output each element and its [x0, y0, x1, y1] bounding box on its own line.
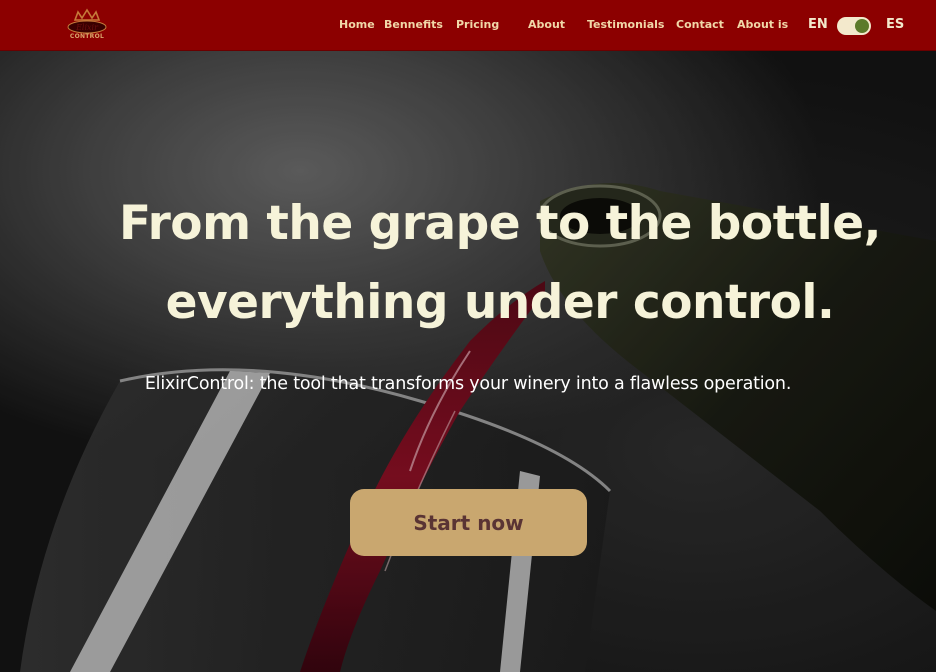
navbar: Elixir CONTROL Home Bennefits Pricing Ab… — [0, 0, 936, 51]
hero-title-line-1: From the grape to the bottle, — [119, 196, 882, 251]
nav-about-is[interactable]: About is — [737, 18, 788, 31]
nav-about[interactable]: About — [528, 18, 565, 31]
hero-section: From the grape to the bottle, everything… — [0, 51, 936, 672]
nav-contact[interactable]: Contact — [676, 18, 724, 31]
nav-benefits[interactable]: Bennefits — [384, 18, 443, 31]
language-toggle[interactable] — [837, 17, 871, 35]
start-now-button[interactable]: Start now — [350, 489, 587, 556]
nav-pricing[interactable]: Pricing — [456, 18, 499, 31]
hero-subtitle: ElixirControl: the tool that transforms … — [144, 374, 792, 394]
nav-home[interactable]: Home — [339, 18, 375, 31]
toggle-knob — [855, 19, 869, 33]
logo[interactable]: Elixir CONTROL — [63, 7, 111, 45]
crown-logo-icon: Elixir — [67, 8, 107, 34]
hero-title: From the grape to the bottle, everything… — [60, 184, 936, 342]
wine-pour-background-image — [0, 51, 936, 672]
logo-text: CONTROL — [69, 33, 105, 40]
hero-title-line-2: everything under control. — [165, 275, 835, 330]
nav-testimonials[interactable]: Testimonials — [587, 18, 664, 31]
svg-text:Elixir: Elixir — [75, 23, 99, 32]
language-en[interactable]: EN — [808, 17, 828, 32]
landing-page: Elixir CONTROL Home Bennefits Pricing Ab… — [0, 0, 936, 672]
language-es[interactable]: ES — [886, 17, 904, 32]
